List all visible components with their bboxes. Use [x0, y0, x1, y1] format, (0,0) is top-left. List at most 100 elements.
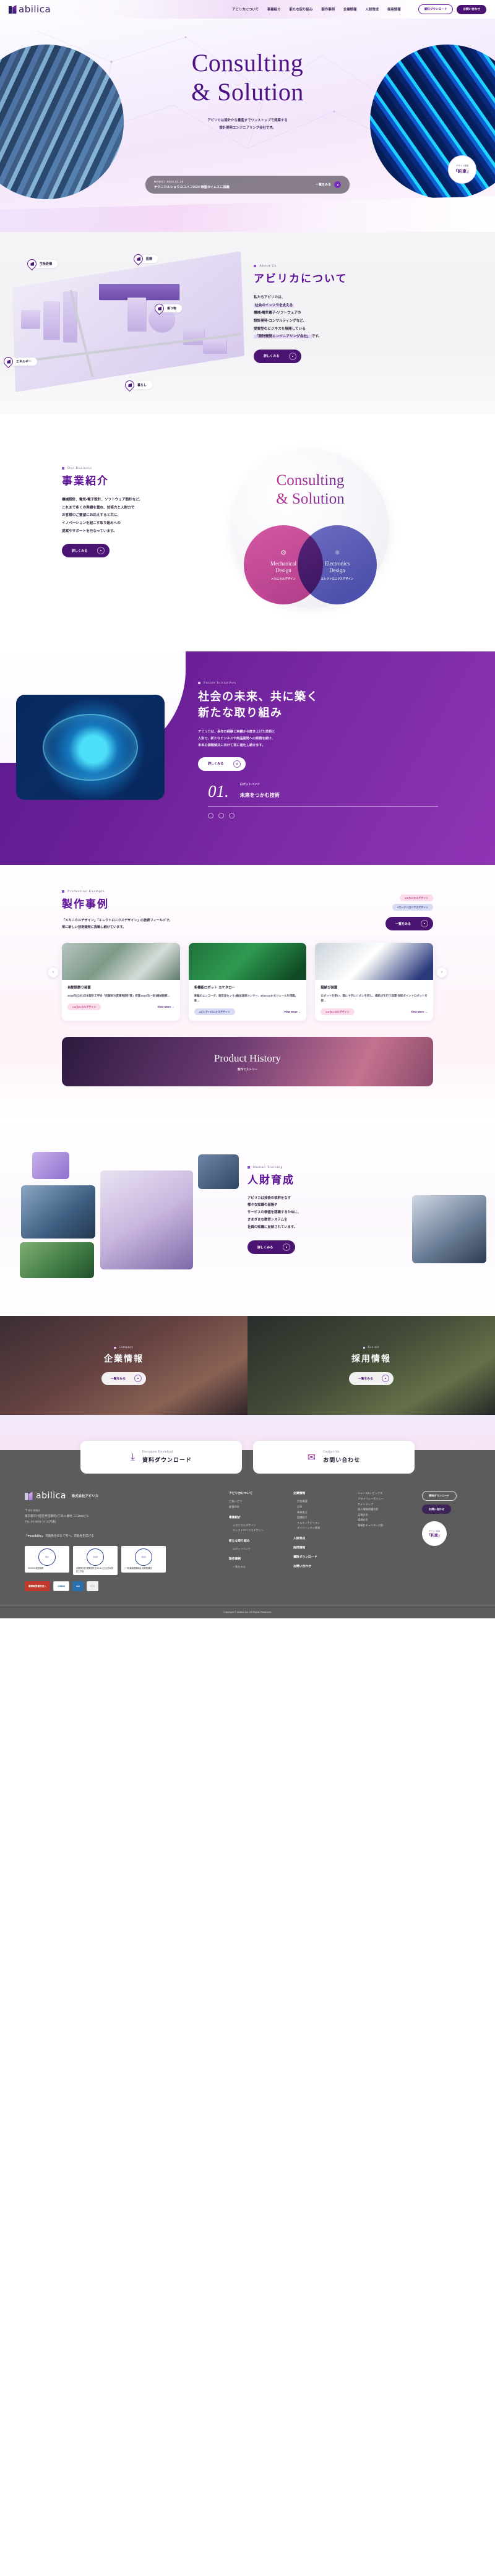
carousel-prev-button[interactable]: ‹ [48, 968, 58, 978]
nav-item-about[interactable]: アビリカについて [232, 7, 259, 12]
footer-link[interactable]: 会社概要 [293, 1499, 342, 1505]
footer-banner[interactable]: J-MDIA [53, 1581, 70, 1592]
footer-col-title[interactable]: 人財育成 [293, 1536, 342, 1540]
footer-download-button[interactable]: 資料ダウンロード [422, 1491, 457, 1501]
recruit-list-button[interactable]: 一覧をみる [349, 1372, 394, 1385]
footer-col-title[interactable]: 採用情報 [293, 1545, 342, 1550]
footer-col-title[interactable]: アビリカについて [229, 1491, 277, 1495]
footer-link[interactable]: ニュース&トピックス [358, 1491, 406, 1496]
footer-link[interactable]: 環境方針 [358, 1518, 406, 1523]
footer-link[interactable]: 品質方針 [358, 1513, 406, 1518]
footer-link[interactable]: 設備紹介 [293, 1515, 342, 1521]
product-card[interactable]: 多機能ロボット ヨケタロー 車輪のエンコーダ、超音波センサ3軸加速度センサー、B… [188, 943, 307, 1021]
footer-link[interactable]: メカニカルデザイン [229, 1523, 277, 1529]
news-title[interactable]: テクニカルショウヨコハマ2024 帝国タイムスに掲載 [154, 185, 316, 189]
about-more-button[interactable]: 詳しくみる [254, 349, 302, 363]
future-more-label: 詳しくみる [208, 762, 224, 766]
footer-col-title[interactable]: 製作事例 [229, 1556, 277, 1561]
footer-link[interactable]: ごあいさつ [229, 1499, 277, 1505]
eyebrow-square-icon [198, 682, 200, 684]
footer-link[interactable]: ロボットハンド [229, 1547, 277, 1552]
footer-link[interactable]: 情報セキュリティ方針 [358, 1523, 406, 1529]
hr-body-line-1: アビリカは技術の根幹をなす [248, 1196, 291, 1200]
footer-link[interactable]: エレクトロニクスデザイン [229, 1528, 277, 1534]
footer-link[interactable]: 個人情報保護方針 [358, 1507, 406, 1513]
footer-col-title[interactable]: 資料ダウンロード [293, 1555, 342, 1559]
venn-circle-electronics[interactable]: ⚛ Electronics Design エレクトロニクスデザイン [298, 525, 377, 604]
future-carousel-dots[interactable] [208, 813, 438, 818]
product-history-banner[interactable]: Product History 製作ヒストリー [62, 1037, 433, 1087]
footer-link[interactable]: 一覧をみる [229, 1565, 277, 1570]
future-carousel-item[interactable]: 01. ロボットハンド 未来をつかむ技術 [208, 783, 438, 818]
map-pin-energy[interactable]: エネルギー [1, 354, 38, 369]
products-list-button[interactable]: 一覧をみる [385, 917, 433, 931]
cta-card-download[interactable]: ⤓ Document Download 資料ダウンロード [80, 1441, 242, 1474]
carousel-dot[interactable] [229, 813, 235, 818]
product-tag[interactable]: #メカニカルデザイン [67, 1003, 101, 1011]
nav-item-hr[interactable]: 人財育成 [366, 7, 379, 12]
footer-link[interactable]: サスティナビリティ [293, 1521, 342, 1526]
footer-design-badge[interactable]: デザイン経営 「約束」 [422, 1521, 447, 1547]
nav-item-recruit[interactable]: 採用情報 [387, 7, 401, 12]
site-logo[interactable]: abilica [9, 4, 51, 15]
map-pin-vehicle[interactable]: 乗り物 [152, 301, 183, 316]
about-title: アビリカについて [254, 273, 348, 285]
footer-contact-button[interactable]: お問い合わせ [422, 1505, 452, 1514]
map-pin-production[interactable]: 生産設備 [25, 257, 58, 271]
map-pin-living[interactable]: 暮らし [123, 378, 153, 392]
contact-button[interactable]: お問い合わせ [457, 4, 486, 14]
map-pin-medical[interactable]: 医療 [131, 252, 158, 266]
footer-logo[interactable]: abilica 株式会社アビリカ [25, 1491, 223, 1501]
carousel-dot[interactable] [218, 813, 224, 818]
product-view-more[interactable]: View More → [284, 1010, 301, 1013]
nav-item-products[interactable]: 製作事例 [321, 7, 335, 12]
footer-link[interactable]: サイトマップ [358, 1502, 406, 1508]
cert-item: 2018 武藤栄次賞 優秀設計賞 2018 (公社)日本設計工学会 [73, 1545, 118, 1576]
footer-banner[interactable]: 健康経営優良法人 [25, 1581, 50, 1592]
hr-photo [20, 1242, 94, 1279]
recruit-info-card[interactable]: Recruit 採用情報 一覧をみる [248, 1316, 495, 1415]
filter-tag-electronics[interactable]: #エレクトロニクスデザイン [392, 904, 433, 911]
footer-link[interactable]: 事業拠点 [293, 1510, 342, 1516]
footer-column-policies: ニュース&トピックス プライバシーポリシー サイトマップ 個人情報保護方針 品質… [358, 1491, 406, 1591]
carousel-next-button[interactable]: › [437, 968, 447, 978]
download-button[interactable]: 資料ダウンロード [418, 4, 454, 14]
footer-link[interactable]: ダイバーシティ推進 [293, 1526, 342, 1531]
footer-postcode: 〒101-0054 [25, 1509, 40, 1513]
footer-link[interactable]: 沿革 [293, 1505, 342, 1510]
news-list-label: 一覧をみる [315, 183, 331, 187]
news-ticker[interactable]: NEWS | 2024.03.19 テクニカルショウヨコハマ2024 帝国タイム… [145, 176, 350, 194]
hr-more-button[interactable]: 詳しくみる [248, 1240, 296, 1255]
product-tag[interactable]: #メカニカルデザイン [321, 1008, 355, 1016]
cert-seal-icon: 2023 [135, 1548, 152, 1566]
business-more-button[interactable]: 詳しくみる [62, 544, 110, 558]
carousel-dot[interactable] [208, 813, 213, 818]
hero-title-line-2: & Solution [191, 78, 304, 106]
product-tag[interactable]: #エレクトロニクスデザイン [194, 1008, 235, 1016]
business-body: 機械設計、電気・電子設計、ソフトウェア設計など、 これまで多くの実績を重ね、技術… [62, 496, 210, 535]
nav-item-initiatives[interactable]: 新たな取り組み [290, 7, 313, 12]
filter-tag-mechanical[interactable]: #メカニカルデザイン [399, 895, 433, 902]
product-card[interactable]: 箱結び装置 ロボットを使い、箱に十字にリボンを回し、蝶結びを行う装置 技術ポイン… [315, 943, 434, 1021]
footer-col-title[interactable]: 新たな取り組み [229, 1539, 277, 1543]
company-list-button[interactable]: 一覧をみる [101, 1372, 146, 1385]
nav-item-company[interactable]: 企業情報 [343, 7, 357, 12]
footer-banner[interactable]: □□□ [87, 1581, 98, 1592]
design-management-badge[interactable]: デザイン経営 「約束」 [448, 155, 476, 184]
footer-link[interactable]: プライバシーポリシー [358, 1496, 406, 1502]
future-more-button[interactable]: 詳しくみる [198, 757, 246, 771]
product-view-more[interactable]: View More → [157, 1005, 174, 1008]
news-list-link[interactable]: 一覧をみる [316, 181, 341, 188]
products-body-line-2: 常に新しい技術開発に挑戦し続けています。 [62, 925, 126, 929]
product-view-more[interactable]: View More → [411, 1010, 428, 1013]
cta-card-contact[interactable]: ✉ Contact Us お問い合わせ [253, 1441, 415, 1474]
product-card[interactable]: 自動瓶飾り装置 2018年(公社)日本設計工学会「武藤栄次賞優秀設計賞」受賞20… [62, 943, 180, 1021]
footer-col-title[interactable]: お問い合わせ [293, 1564, 342, 1568]
footer-link[interactable]: 経営理念 [229, 1505, 277, 1510]
company-info-card[interactable]: Company 企業情報 一覧をみる [0, 1316, 248, 1415]
footer-col-title[interactable]: 企業情報 [293, 1491, 342, 1495]
footer-col-title[interactable]: 事業紹介 [229, 1515, 277, 1519]
product-image [188, 943, 307, 981]
footer-banner[interactable]: eee [72, 1581, 84, 1592]
nav-item-business[interactable]: 事業紹介 [267, 7, 281, 12]
